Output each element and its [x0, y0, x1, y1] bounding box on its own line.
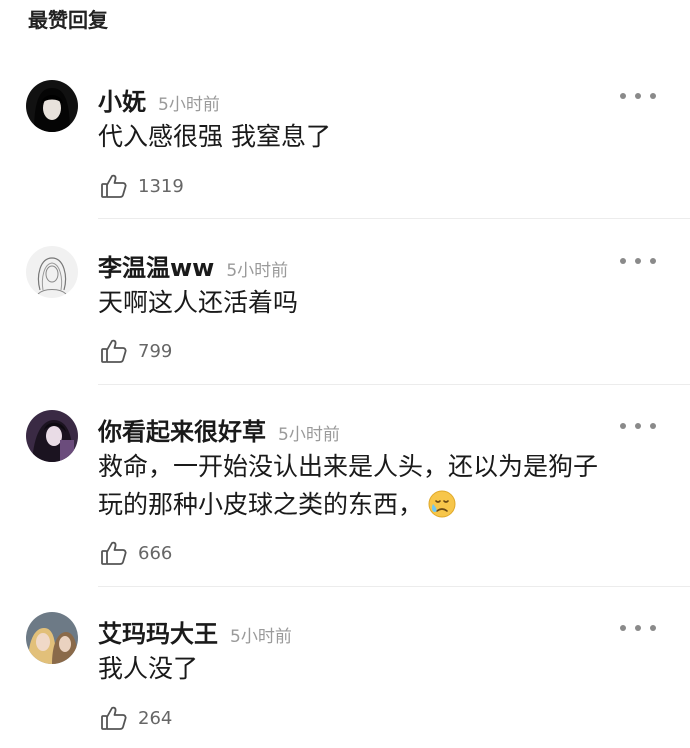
comment-text: 天啊这人还活着吗	[98, 288, 299, 317]
like-button[interactable]: 799	[100, 337, 172, 365]
sad-sweat-emoji-icon	[428, 490, 456, 518]
username[interactable]: 李温温ww	[98, 248, 214, 283]
like-button[interactable]: 666	[100, 539, 172, 567]
timestamp: 5小时前	[278, 425, 340, 445]
comment-text: 救命，一开始没认出来是人头，还以为是狗子 玩的那种小皮球之类的东西，	[98, 448, 668, 524]
avatar[interactable]	[26, 410, 78, 462]
like-count: 1319	[138, 175, 184, 197]
like-button[interactable]: 264	[100, 704, 172, 732]
thumbs-up-icon	[101, 174, 127, 198]
comment-text: 代入感很强 我窒息了	[98, 122, 331, 151]
avatar[interactable]	[26, 80, 78, 132]
username[interactable]: 你看起来很好草	[98, 412, 266, 447]
thumbs-up-icon	[101, 706, 127, 730]
username[interactable]: 艾玛玛大王	[98, 614, 218, 649]
comment-text-line: 救命，一开始没认出来是人头，还以为是狗子	[98, 452, 599, 481]
avatar[interactable]	[26, 246, 78, 298]
like-count: 264	[138, 707, 173, 729]
thumbs-up-icon	[101, 541, 127, 565]
timestamp: 5小时前	[158, 95, 220, 115]
timestamp: 5小时前	[230, 627, 292, 647]
comment-text: 我人没了	[98, 654, 199, 683]
divider	[98, 384, 690, 385]
more-dots-icon[interactable]	[620, 416, 656, 436]
thumbs-up-icon	[101, 339, 127, 363]
more-dots-icon[interactable]	[620, 251, 656, 271]
divider	[98, 218, 690, 219]
avatar[interactable]	[26, 612, 78, 664]
section-title: 最赞回复	[28, 8, 108, 32]
like-button[interactable]: 1319	[100, 172, 184, 200]
like-count: 799	[138, 340, 173, 362]
divider	[98, 586, 690, 587]
more-dots-icon[interactable]	[620, 86, 656, 106]
timestamp: 5小时前	[226, 261, 289, 281]
username[interactable]: 小妩	[98, 82, 146, 117]
more-dots-icon[interactable]	[620, 618, 656, 638]
like-count: 666	[138, 542, 173, 564]
comment-text-line: 玩的那种小皮球之类的东西，	[98, 486, 668, 524]
